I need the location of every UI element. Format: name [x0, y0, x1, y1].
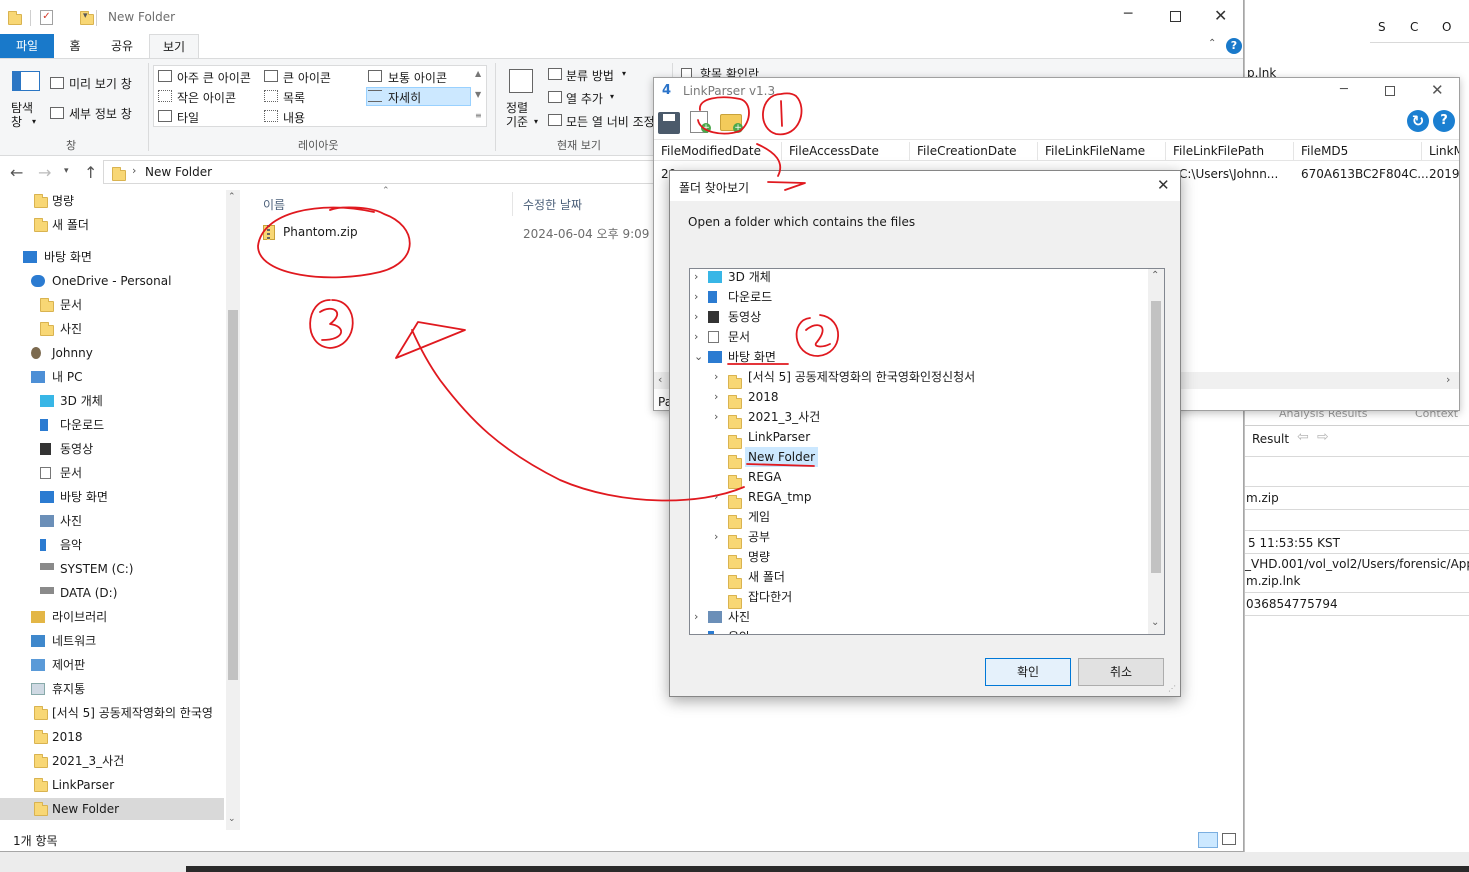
- annotation-mark-1: [762, 92, 803, 136]
- annotation-mark-2: [795, 314, 840, 357]
- annotation-mark-3: [309, 299, 354, 349]
- annotation-overlay: [257, 92, 840, 502]
- annotation-circle-folder: [697, 96, 750, 135]
- annotation-underline-newfolder: [746, 463, 815, 467]
- annotation-arrow-down: [756, 143, 806, 191]
- annotation-curved-arrow: [395, 321, 745, 502]
- annotation-circle-phantom: [257, 206, 411, 279]
